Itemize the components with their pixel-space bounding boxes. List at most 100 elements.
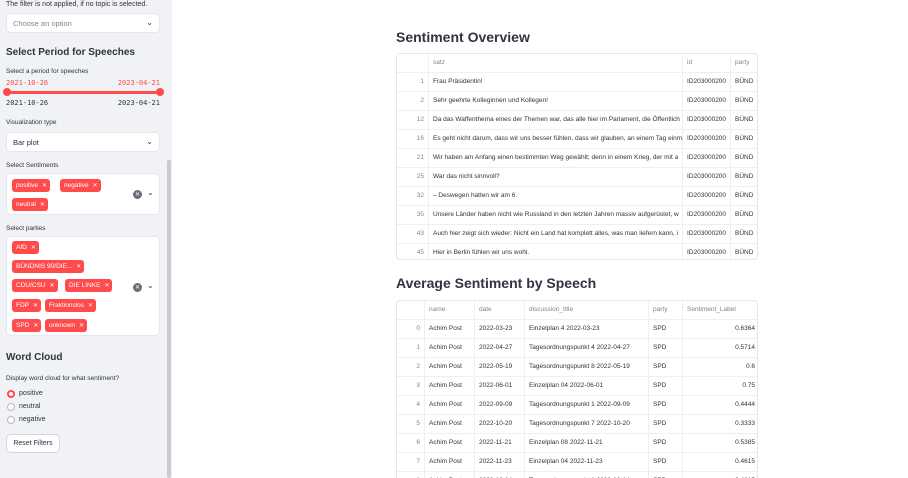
remove-icon[interactable]: ✕ xyxy=(33,302,38,309)
party-tag-unknown[interactable]: unknown ✕ xyxy=(45,319,88,332)
viz-type-select[interactable]: Bar plot ⌄ xyxy=(6,132,160,152)
table-cell[interactable]: SPD xyxy=(649,453,683,471)
table-cell[interactable]: Einzelplan 4 2022-03-23 xyxy=(525,320,649,338)
clear-all-icon[interactable]: ✕ xyxy=(133,190,142,199)
table-cell[interactable]: War das nicht sinnvoll? xyxy=(429,168,683,186)
remove-icon[interactable]: ✕ xyxy=(93,182,98,189)
table-cell[interactable]: Achim Post xyxy=(425,320,475,338)
average-sentiment-table[interactable]: name date discussion_title party Sentime… xyxy=(396,300,758,478)
table-cell[interactable]: SPD xyxy=(649,339,683,357)
party-tag-spd[interactable]: SPD ✕ xyxy=(12,319,42,332)
table-cell[interactable]: ID203000200 xyxy=(683,92,731,110)
table-cell[interactable]: Achim Post xyxy=(425,415,475,433)
party-tag-cdu-csu[interactable]: CDU/CSU ✕ xyxy=(12,279,58,292)
table-row[interactable]: 16 Es geht nicht darum, dass wir uns bess… xyxy=(397,130,757,149)
slider-end-handle[interactable] xyxy=(156,88,164,96)
table-cell[interactable]: ID203000200 xyxy=(683,225,731,243)
table-row[interactable]: 25 War das nicht sinnvoll? ID203000200 BÜND xyxy=(397,168,757,187)
table-cell[interactable]: Einzelplan 04 2022-11-23 xyxy=(525,453,649,471)
table-row[interactable]: 12 Da das Waffenthema eines der Themen wa… xyxy=(397,111,757,130)
table-cell[interactable]: 0.4444 xyxy=(683,396,757,414)
table-cell[interactable]: SPD xyxy=(649,415,683,433)
remove-icon[interactable]: ✕ xyxy=(33,322,38,329)
table-cell[interactable]: Es geht nicht darum, dass wir uns besser… xyxy=(429,130,683,148)
table-cell[interactable]: 2022-12-14 xyxy=(475,472,525,478)
table-cell[interactable]: 0.75 xyxy=(683,377,757,395)
sidebar-scrollbar[interactable] xyxy=(167,160,171,478)
table-cell[interactable]: 0.5385 xyxy=(683,434,757,452)
remove-icon[interactable]: ✕ xyxy=(42,182,47,189)
table-cell[interactable]: Frau Präsidentin! xyxy=(429,73,683,91)
table-cell[interactable]: 2022-09-09 xyxy=(475,396,525,414)
party-tag-fdp[interactable]: FDP ✕ xyxy=(12,299,42,312)
header-cell[interactable]: satz xyxy=(429,54,683,72)
remove-icon[interactable]: ✕ xyxy=(50,282,55,289)
party-tag-die-linke[interactable]: DIE LINKE ✕ xyxy=(65,279,113,292)
remove-icon[interactable]: ✕ xyxy=(104,282,109,289)
table-cell[interactable]: Tagesordnungspunkt 7 2022-10-20 xyxy=(525,415,649,433)
table-cell[interactable]: BÜND xyxy=(731,206,757,224)
sentiment-tag-positive[interactable]: positive ✕ xyxy=(12,179,51,192)
table-cell[interactable]: 0.6 xyxy=(683,358,757,376)
table-cell[interactable]: Auch hier zeigt sich wieder: Nicht ein L… xyxy=(429,225,683,243)
table-cell[interactable]: Tagesordnungspunkt 1 2022-09-09 xyxy=(525,396,649,414)
table-cell[interactable]: BÜND xyxy=(731,168,757,186)
table-cell[interactable]: ID203000200 xyxy=(683,244,731,259)
party-tag-afd[interactable]: AfD ✕ xyxy=(12,241,39,254)
table-cell[interactable]: SPD xyxy=(649,472,683,478)
chevron-down-icon[interactable]: ⌄ xyxy=(147,281,154,290)
table-cell[interactable]: BÜND xyxy=(731,225,757,243)
table-cell[interactable]: Tagesordnungspunkt 4 2022-04-27 xyxy=(525,339,649,357)
table-row[interactable]: 43 Auch hier zeigt sich wieder: Nicht ein… xyxy=(397,225,757,244)
table-cell[interactable]: Einzelplan 04 2022-06-01 xyxy=(525,377,649,395)
table-row[interactable]: 7 Achim Post 2022-11-23 Einzelplan 04 2022-… xyxy=(397,453,757,472)
reset-filters-button[interactable]: Reset Filters xyxy=(6,434,60,453)
table-cell[interactable]: BÜND xyxy=(731,149,757,167)
table-row[interactable]: 5 Achim Post 2022-10-20 Tagesordnungspunkt … xyxy=(397,415,757,434)
table-cell[interactable]: 2022-05-19 xyxy=(475,358,525,376)
table-cell[interactable]: 0.4615 xyxy=(683,453,757,471)
table-cell[interactable]: Achim Post xyxy=(425,453,475,471)
table-cell[interactable]: ID203000200 xyxy=(683,149,731,167)
table-cell[interactable]: SPD xyxy=(649,320,683,338)
slider-start-handle[interactable] xyxy=(3,88,11,96)
table-cell[interactable]: ID203000200 xyxy=(683,187,731,205)
table-cell[interactable]: Da das Waffenthema eines der Themen war,… xyxy=(429,111,683,129)
table-cell[interactable]: Hier in Berlin fühlen wir uns wohl. xyxy=(429,244,683,259)
parties-multiselect[interactable]: AfD ✕ BÜNDNIS 90/DIE... ✕ CDU/CSU ✕ DIE LIN… xyxy=(6,236,160,336)
table-cell[interactable]: SPD xyxy=(649,358,683,376)
radio-positive[interactable] xyxy=(7,390,15,398)
table-cell[interactable]: Achim Post xyxy=(425,472,475,478)
party-tag-fraktionslos[interactable]: Fraktionslos ✕ xyxy=(45,299,97,312)
remove-icon[interactable]: ✕ xyxy=(79,322,84,329)
table-row[interactable]: 1 Frau Präsidentin! ID203000200 BÜND xyxy=(397,73,757,92)
table-cell[interactable]: 0.3333 xyxy=(683,415,757,433)
table-cell[interactable]: 2022-06-01 xyxy=(475,377,525,395)
header-cell[interactable]: discussion_title xyxy=(525,301,649,319)
table-cell[interactable]: ID203000200 xyxy=(683,111,731,129)
table-cell[interactable]: Sehr geehrte Kolleginnen und Kollegen! xyxy=(429,92,683,110)
table-cell[interactable]: – Deswegen hatten wir am 6. xyxy=(429,187,683,205)
sentiment-tag-negative[interactable]: negative ✕ xyxy=(60,179,101,192)
table-cell[interactable]: ID203000200 xyxy=(683,206,731,224)
header-cell[interactable]: Sentiment_Label xyxy=(683,301,757,319)
table-cell[interactable]: Tagesordnungspunkt 8 2022-05-19 xyxy=(525,358,649,376)
table-cell[interactable]: Achim Post xyxy=(425,377,475,395)
clear-all-icon[interactable]: ✕ xyxy=(133,283,142,292)
table-cell[interactable]: Achim Post xyxy=(425,434,475,452)
table-cell[interactable]: Tagesordnungspunkt 1 2022-12-14 xyxy=(525,472,649,478)
table-cell[interactable]: 0.4615 xyxy=(683,472,757,478)
table-cell[interactable]: BÜND xyxy=(731,92,757,110)
sentiment-overview-table[interactable]: satz id party 1 Frau Präsidentin! ID203000… xyxy=(396,53,758,260)
table-cell[interactable]: SPD xyxy=(649,377,683,395)
table-cell[interactable]: 2022-10-20 xyxy=(475,415,525,433)
table-row[interactable]: 2 Sehr geehrte Kolleginnen und Kollegen! I… xyxy=(397,92,757,111)
table-cell[interactable]: ID203000200 xyxy=(683,130,731,148)
table-row[interactable]: 3 Achim Post 2022-06-01 Einzelplan 04 2022-… xyxy=(397,377,757,396)
table-cell[interactable]: Achim Post xyxy=(425,339,475,357)
header-cell[interactable]: name xyxy=(425,301,475,319)
radio-negative[interactable] xyxy=(7,416,15,424)
table-row[interactable]: 4 Achim Post 2022-09-09 Tagesordnungspunkt … xyxy=(397,396,757,415)
radio-neutral[interactable] xyxy=(7,403,15,411)
table-cell[interactable]: ID203000200 xyxy=(683,73,731,91)
